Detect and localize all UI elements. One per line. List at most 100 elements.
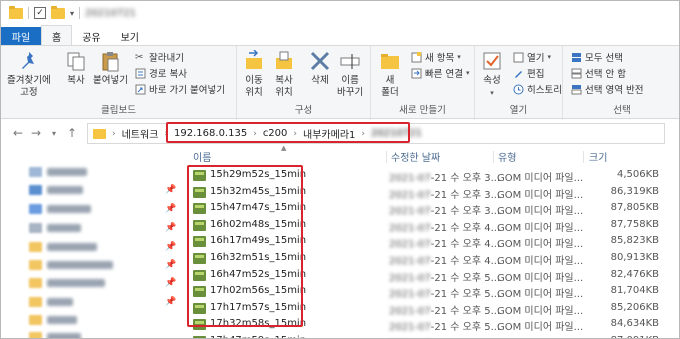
edit-label: 편집 <box>527 69 545 80</box>
move-to-button[interactable]: 이동 위치 <box>243 50 265 99</box>
tab-view[interactable]: 보기 <box>111 26 149 46</box>
new-folder-button[interactable]: 새 폴더 <box>379 50 401 99</box>
explorer-window: ✓ ▾ 20210721 파일 홈 공유 보기 즐겨찾기에 고정 복사 붙여넣기… <box>0 0 680 339</box>
column-header-type[interactable]: 유형 <box>498 149 516 165</box>
paste-shortcut-button[interactable]: 바로 가기 붙여넣기 <box>135 82 225 96</box>
pin-icon[interactable]: 📌 <box>165 242 176 252</box>
select-all-button[interactable]: 모두 선택 <box>571 50 623 64</box>
up-arrow-icon[interactable]: ↑ <box>63 126 81 140</box>
nav-item[interactable] <box>29 295 73 309</box>
delete-icon <box>310 51 330 71</box>
nav-item-label <box>47 224 81 232</box>
paste-button[interactable]: 붙여넣기 <box>93 50 128 87</box>
file-date-blurred: 2021-07 <box>389 256 431 267</box>
invert-selection-button[interactable]: 선택 영역 반전 <box>571 82 643 96</box>
edit-button[interactable]: 편집 <box>513 66 544 80</box>
column-header-modified[interactable]: 수정한 날짜 <box>391 149 440 165</box>
file-row[interactable]: 17h47m59s_15min 2021-07-21 수 오후 6...GOM 미… <box>189 333 669 338</box>
clipboard-group-label: 클립보드 <box>101 105 136 116</box>
pin-icon[interactable]: 📌 <box>165 297 176 307</box>
nav-item[interactable] <box>29 258 113 272</box>
file-modified: 2021-07-21 수 오후 3... <box>389 169 500 184</box>
column-header-name[interactable]: 이름 <box>193 149 211 165</box>
pin-icon[interactable]: 📌 <box>165 185 176 195</box>
open-group-label: 열기 <box>509 105 528 116</box>
delete-button[interactable]: 삭제 <box>309 50 331 87</box>
file-size: 87,091KB <box>611 335 659 338</box>
file-size: 85,823KB <box>610 235 659 247</box>
nav-item[interactable] <box>29 183 83 197</box>
file-modified: 2021-07-21 수 오후 5... <box>389 302 500 317</box>
properties-button[interactable]: 속성 ▾ <box>481 50 503 99</box>
column-header-size[interactable]: 크기 <box>589 149 607 165</box>
nav-item-icon <box>29 332 42 338</box>
nav-item[interactable] <box>29 313 77 327</box>
file-type: GOM 미디어 파일... <box>497 289 584 301</box>
recent-locations-icon[interactable]: ▾ <box>45 129 63 138</box>
history-icon <box>513 84 524 94</box>
customize-quick-access-icon[interactable]: ▾ <box>70 9 74 18</box>
nav-item[interactable] <box>29 202 91 216</box>
delete-label: 삭제 <box>311 75 329 86</box>
pin-icon[interactable]: 📌 <box>165 223 176 233</box>
nav-item-icon <box>29 223 42 233</box>
open-group: 속성 ▾ 열기 ▾ 편집 히스토리 열기 <box>475 46 563 120</box>
pin-quick-access-button[interactable]: 즐겨찾기에 고정 <box>7 50 51 99</box>
column-separator[interactable] <box>583 151 584 163</box>
file-type: GOM 미디어 파일... <box>497 206 584 218</box>
breadcrumb-network[interactable]: 네트워크 <box>122 126 159 141</box>
select-all-icon <box>572 52 581 62</box>
column-separator[interactable] <box>493 151 494 163</box>
pin-icon[interactable]: 📌 <box>165 260 176 270</box>
navigation-row: ← → ▾ ↑ › 네트워크 › 192.168.0.135 › c200 › … <box>1 120 679 146</box>
tab-share[interactable]: 공유 <box>72 26 110 46</box>
copy-path-button[interactable]: 경로 복사 <box>135 66 187 80</box>
nav-item-icon <box>29 297 42 307</box>
nav-item[interactable] <box>29 330 81 338</box>
address-highlight-box <box>166 122 410 143</box>
column-separator[interactable] <box>386 151 387 163</box>
file-size: 4,506KB <box>616 169 659 180</box>
nav-item[interactable] <box>29 276 105 290</box>
nav-item[interactable] <box>29 165 87 179</box>
file-modified: 2021-07-21 수 오후 5... <box>389 269 500 284</box>
pin-icon[interactable]: 📌 <box>165 204 176 214</box>
properties-label: 속성 <box>483 75 501 86</box>
history-button[interactable]: 히스토리 <box>513 82 562 96</box>
new-item-button[interactable]: 새 항목 ▾ <box>411 50 461 64</box>
file-date-blurred: 2021-07 <box>389 305 431 317</box>
file-type: GOM 미디어 파일... <box>497 222 584 234</box>
select-none-button[interactable]: 선택 안 함 <box>571 66 626 80</box>
title-separator <box>28 7 29 19</box>
nav-item[interactable] <box>29 240 97 254</box>
tab-file[interactable]: 파일 <box>1 27 41 46</box>
file-time: -21 수 오후 3... <box>430 173 501 184</box>
file-date-blurred: 2021-07 <box>389 222 431 234</box>
copy-to-button[interactable]: 복사 위치 <box>273 50 295 99</box>
back-arrow-icon[interactable]: ← <box>9 126 27 140</box>
nav-item-label <box>47 168 87 176</box>
properties-icon <box>483 52 501 70</box>
new-folder-quick-icon[interactable] <box>51 5 65 19</box>
nav-item-label <box>47 261 113 269</box>
new-group-label: 새로 만들기 <box>399 105 446 116</box>
pin-icon[interactable]: 📌 <box>165 278 176 288</box>
file-size: 80,913KB <box>610 252 659 263</box>
forward-arrow-icon[interactable]: → <box>27 126 45 140</box>
nav-item[interactable] <box>29 221 81 235</box>
copy-button[interactable]: 복사 <box>65 50 87 87</box>
rename-button[interactable]: 이름 바꾸기 <box>337 50 363 99</box>
file-time: -21 수 오후 3... <box>430 206 501 218</box>
properties-quick-icon[interactable]: ✓ <box>34 7 46 19</box>
nav-item-label <box>47 298 73 306</box>
nav-item-label <box>47 316 77 324</box>
breadcrumb-chevron-icon[interactable]: › <box>112 129 116 139</box>
file-type: GOM 미디어 파일... <box>497 335 583 338</box>
open-button[interactable]: 열기 ▾ <box>513 50 551 64</box>
pin-label: 즐겨찾기에 고정 <box>7 75 51 98</box>
file-type: GOM 미디어 파일... <box>497 256 584 267</box>
rename-icon <box>340 54 360 69</box>
cut-button[interactable]: ✂ 잘라내기 <box>135 50 184 65</box>
easy-access-button[interactable]: 빠른 연결 ▾ <box>411 66 470 80</box>
tab-home[interactable]: 홈 <box>41 25 73 46</box>
